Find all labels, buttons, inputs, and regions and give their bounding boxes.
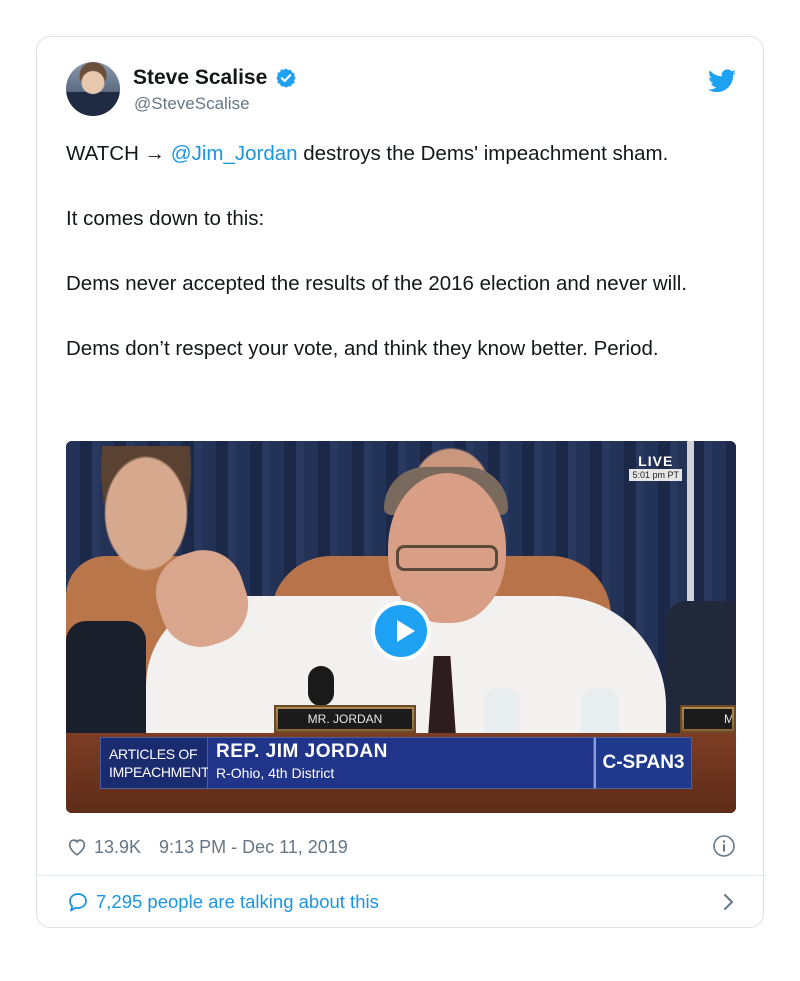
info-icon[interactable]	[712, 834, 736, 858]
video-nameplate-right: M	[680, 705, 736, 733]
video-microphone	[308, 666, 334, 706]
speaker-name: REP. JIM JORDAN	[216, 741, 388, 762]
segment-line-1: ARTICLES OF	[109, 746, 198, 762]
video-speaker-glasses	[396, 545, 498, 571]
tweet-card: Steve Scalise @SteveScalise WATCH → @Jim…	[36, 36, 765, 928]
verified-badge-icon	[276, 68, 296, 88]
tweet-paragraph: Dems don’t respect your vote, and think …	[66, 337, 659, 360]
live-time: 5:01 pm PT	[629, 469, 682, 481]
lower-third-segment: ARTICLES OF IMPEACHMENT	[100, 737, 210, 789]
live-indicator: LIVE 5:01 pm PT	[629, 453, 682, 481]
author-name[interactable]: Steve Scalise	[133, 66, 267, 90]
segment-line-2: IMPEACHMENT	[109, 764, 210, 780]
video-nameplate: MR. JORDAN	[274, 705, 416, 733]
divider	[37, 875, 765, 876]
live-label: LIVE	[638, 453, 674, 469]
tweet-header: Steve Scalise @SteveScalise	[66, 62, 736, 118]
tweet-paragraph: WATCH → @Jim_Jordan destroys the Dems' i…	[66, 138, 746, 170]
play-icon[interactable]	[371, 601, 431, 661]
tweet-timestamp[interactable]: 9:13 PM - Dec 11, 2019	[159, 837, 348, 858]
speech-bubble-icon	[69, 893, 87, 912]
video-player[interactable]: MR. JORDAN M LIVE 5:01 pm PT ARTICLES OF…	[66, 441, 736, 813]
tweet-text-watch: WATCH →	[66, 142, 171, 165]
tweet-paragraph: It comes down to this:	[66, 207, 265, 230]
tweet-text-rest: destroys the Dems' impeachment sham.	[297, 142, 669, 165]
talking-count[interactable]: 7,295 people are talking about this	[96, 891, 379, 913]
network-logo: C-SPAN3	[594, 737, 692, 789]
tweet-paragraph: Dems never accepted the results of the 2…	[66, 272, 688, 295]
nameplate-text: MR. JORDAN	[278, 709, 412, 729]
twitter-bird-icon[interactable]	[708, 69, 736, 93]
tweet-body: WATCH → @Jim_Jordan destroys the Dems' i…	[66, 138, 746, 398]
mention-link[interactable]: @Jim_Jordan	[171, 142, 298, 165]
tweet-meta: 13.9K 9:13 PM - Dec 11, 2019	[66, 834, 736, 860]
chevron-right-icon[interactable]	[720, 891, 736, 913]
author-handle[interactable]: @SteveScalise	[134, 94, 250, 114]
author-avatar[interactable]	[66, 62, 120, 116]
video-lower-third: ARTICLES OF IMPEACHMENT REP. JIM JORDAN …	[100, 737, 692, 789]
lower-third-speaker: REP. JIM JORDAN R-Ohio, 4th District	[208, 737, 594, 789]
like-count[interactable]: 13.9K	[94, 837, 141, 858]
heart-icon[interactable]	[66, 836, 88, 858]
nameplate-right-text: M	[684, 709, 732, 729]
author-name-row: Steve Scalise	[133, 66, 297, 90]
conversation-link[interactable]: 7,295 people are talking about this	[66, 889, 736, 915]
speaker-district: R-Ohio, 4th District	[216, 765, 335, 781]
